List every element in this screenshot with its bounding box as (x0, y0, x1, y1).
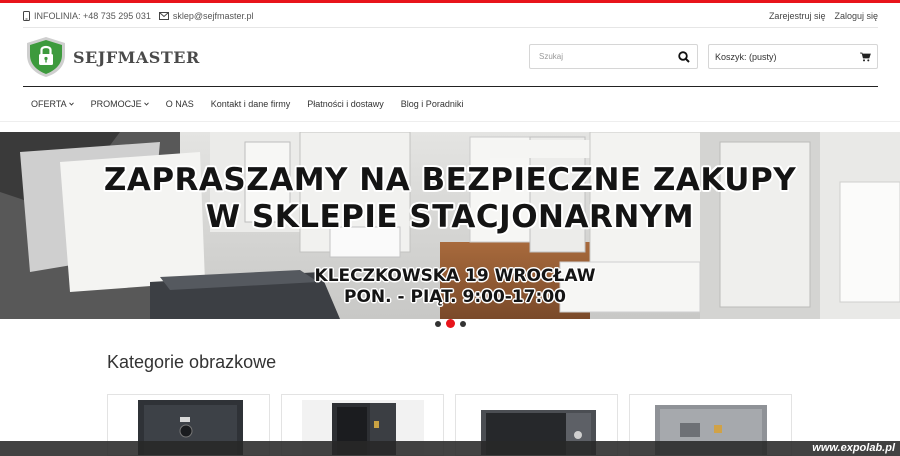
phone-icon (23, 11, 30, 21)
banner-headline: ZAPRASZAMY NA BEZPIECZNE ZAKUPY W SKLEPI… (0, 162, 900, 236)
nav-item-label: PROMOCJE (90, 99, 142, 109)
nav-item-blog[interactable]: Blog i Poradniki (401, 99, 464, 109)
top-accent-bar (0, 0, 900, 3)
top-divider (23, 27, 878, 28)
banner-headline-line1: ZAPRASZAMY NA BEZPIECZNE ZAKUPY (103, 162, 797, 198)
top-bar: INFOLINIA: +48 735 295 031 sklep@sejfmas… (23, 6, 878, 26)
slider-dots (435, 319, 466, 328)
cart-label: Koszyk: (pusty) (715, 51, 777, 62)
search-box (529, 44, 698, 69)
logo[interactable]: SEJFMASTER (23, 35, 200, 79)
chevron-down-icon (68, 102, 74, 106)
login-link[interactable]: Zaloguj się (834, 11, 878, 21)
nav-item-label: Blog i Poradniki (400, 99, 464, 109)
nav-top-line (23, 86, 878, 87)
search-input[interactable] (530, 45, 671, 68)
nav-item-platnosci[interactable]: Płatności i dostawy (307, 99, 384, 109)
cart-button[interactable]: Koszyk: (pusty) (708, 44, 878, 69)
email-text[interactable]: sklep@sejfmaster.pl (173, 11, 254, 21)
nav-item-kontakt[interactable]: Kontakt i dane firmy (211, 99, 291, 109)
banner-address: KLECZKOWSKA 19 WROCŁAW PON. - PIĄT. 9:00… (0, 266, 900, 308)
section-title: Kategorie obrazkowe (107, 352, 277, 372)
nav-item-promocje[interactable]: PROMOCJE (91, 99, 149, 109)
nav-item-label: O NAS (165, 99, 194, 109)
main-nav: OFERTA PROMOCJE O NAS Kontakt i dane fir… (31, 94, 463, 114)
nav-item-o-nas[interactable]: O NAS (166, 99, 194, 109)
nav-item-oferta[interactable]: OFERTA (31, 99, 74, 109)
shield-lock-icon (27, 37, 65, 77)
account-links: Zarejestruj się Zaloguj się (769, 11, 878, 21)
slider-dot-3[interactable] (460, 320, 466, 327)
search-button[interactable] (671, 45, 697, 68)
search-icon (678, 50, 690, 63)
nav-item-label: OFERTA (31, 99, 67, 109)
banner-address-line: KLECZKOWSKA 19 WROCŁAW (314, 266, 596, 286)
slider-dot-2[interactable] (446, 319, 455, 328)
nav-bottom-line (0, 121, 900, 122)
slider-dot-1[interactable] (435, 320, 441, 327)
hero-banner[interactable]: ZAPRASZAMY NA BEZPIECZNE ZAKUPY W SKLEPI… (0, 132, 900, 319)
phone-text: INFOLINIA: +48 735 295 031 (34, 11, 151, 21)
nav-item-label: Kontakt i dane firmy (210, 99, 291, 109)
cart-icon (860, 52, 871, 61)
chevron-down-icon (143, 102, 149, 106)
nav-item-label: Płatności i dostawy (307, 99, 384, 109)
phone-info: INFOLINIA: +48 735 295 031 (23, 11, 151, 21)
register-link[interactable]: Zarejestruj się (769, 11, 826, 21)
brand-name: SEJFMASTER (73, 47, 200, 67)
watermark-text: www.expolab.pl (812, 442, 895, 454)
email-info[interactable]: sklep@sejfmaster.pl (158, 11, 254, 21)
watermark-bar (0, 441, 900, 456)
envelope-icon (158, 12, 169, 20)
banner-hours-line: PON. - PIĄT. 9:00-17:00 (344, 287, 566, 307)
banner-headline-line2: W SKLEPIE STACJONARNYM (205, 199, 695, 235)
